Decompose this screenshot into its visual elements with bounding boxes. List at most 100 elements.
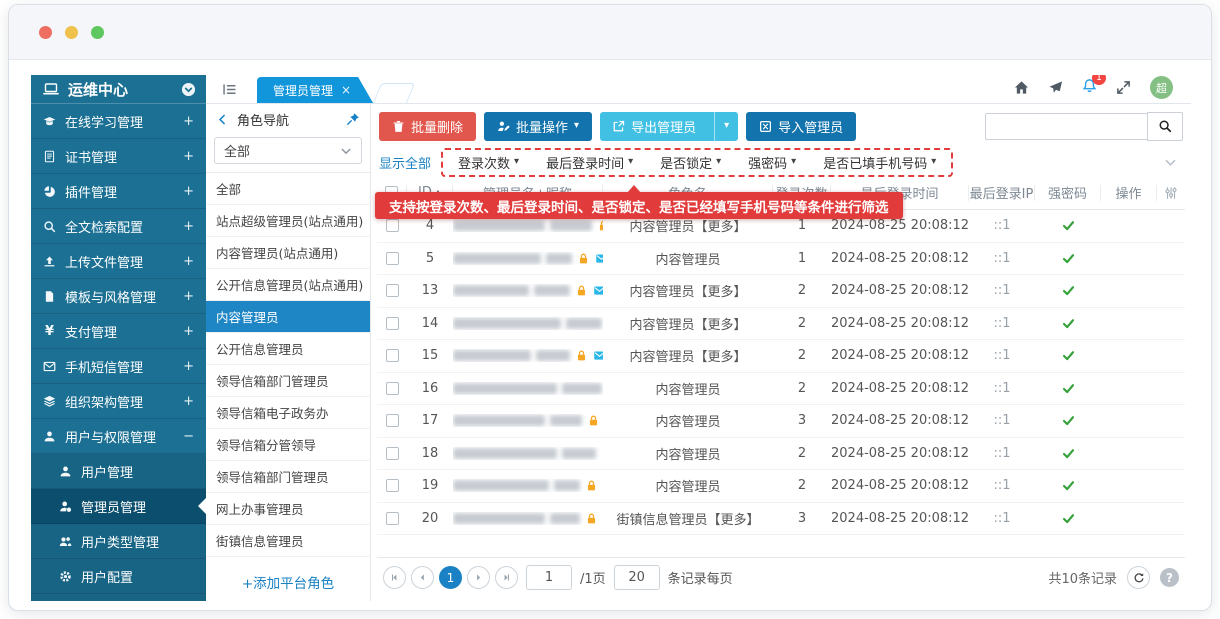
fullscreen-icon[interactable] bbox=[1116, 80, 1131, 95]
row-role[interactable]: 内容管理员 bbox=[603, 249, 773, 268]
collapse-filters-icon[interactable] bbox=[1164, 156, 1177, 169]
pin-icon[interactable] bbox=[346, 112, 360, 126]
paper-plane-icon[interactable] bbox=[1048, 80, 1063, 95]
close-window-button[interactable] bbox=[39, 26, 52, 39]
envelope-icon[interactable] bbox=[593, 284, 603, 297]
header-strong-password[interactable]: 强密码 bbox=[1035, 185, 1101, 201]
prev-page-button[interactable] bbox=[411, 566, 434, 589]
caret-down-icon: ▾ bbox=[931, 157, 936, 167]
chevron-circle-down-icon[interactable] bbox=[181, 82, 196, 97]
bulk-actions-button[interactable]: 批量操作 ▾ bbox=[484, 112, 592, 141]
envelope-icon[interactable] bbox=[595, 252, 603, 265]
show-all-link[interactable]: 显示全部 bbox=[379, 153, 431, 172]
page-number-input[interactable] bbox=[526, 565, 572, 590]
first-page-button[interactable] bbox=[383, 566, 406, 589]
row-checkbox[interactable] bbox=[386, 349, 399, 362]
sidebar-item[interactable]: 全文检索配置 + bbox=[31, 209, 206, 244]
tab-admin-management[interactable]: 管理员管理 × bbox=[257, 77, 373, 103]
row-checkbox[interactable] bbox=[386, 252, 399, 265]
home-icon[interactable] bbox=[1014, 80, 1029, 95]
notifications[interactable]: 1 bbox=[1082, 78, 1097, 97]
role-item[interactable]: 公开信息管理员(站点通用) bbox=[206, 269, 370, 301]
sidebar-item[interactable]: 用户与权限管理 − bbox=[31, 419, 206, 454]
sidebar-item[interactable]: 用户管理 bbox=[31, 454, 206, 489]
row-role[interactable]: 内容管理员【更多】 bbox=[603, 216, 773, 235]
role-item[interactable]: 站点超级管理员(站点通用) bbox=[206, 205, 370, 237]
row-id: 18 bbox=[407, 446, 453, 461]
role-item[interactable]: 领导信箱分管领导 bbox=[206, 429, 370, 461]
next-page-button[interactable] bbox=[467, 566, 490, 589]
row-role[interactable]: 内容管理员【更多】 bbox=[603, 314, 773, 333]
search-input[interactable] bbox=[985, 113, 1147, 140]
role-item[interactable]: 领导信箱部门管理员 bbox=[206, 461, 370, 493]
role-item[interactable]: 公开信息管理员 bbox=[206, 333, 370, 365]
export-dropdown-toggle[interactable]: ▾ bbox=[714, 112, 738, 141]
row-role[interactable]: 内容管理员【更多】 bbox=[603, 346, 773, 365]
avatar[interactable]: 超 bbox=[1150, 76, 1173, 99]
sidebar-item[interactable]: ¥ 支付管理 + bbox=[31, 314, 206, 349]
search-button[interactable] bbox=[1147, 112, 1183, 141]
filter-dropdown[interactable]: 登录次数 ▾ bbox=[458, 153, 519, 172]
role-item[interactable]: 内容管理员 bbox=[206, 301, 370, 333]
sidebar-item[interactable]: 插件管理 + bbox=[31, 174, 206, 209]
row-role[interactable]: 内容管理员【更多】 bbox=[603, 281, 773, 300]
minimize-window-button[interactable] bbox=[65, 26, 78, 39]
row-last-login-ip: ::1 bbox=[969, 511, 1035, 526]
filter-dropdown[interactable]: 是否锁定 ▾ bbox=[660, 153, 721, 172]
row-checkbox[interactable] bbox=[386, 382, 399, 395]
filter-dropdown[interactable]: 是否已填手机号码 ▾ bbox=[823, 153, 936, 172]
row-role[interactable]: 内容管理员 bbox=[603, 444, 773, 463]
collapse-sidebar-icon[interactable] bbox=[222, 82, 237, 97]
row-checkbox[interactable] bbox=[386, 512, 399, 525]
row-checkbox[interactable] bbox=[386, 414, 399, 427]
table-row: 13 内容管理员【更多】 2 2024-08-25 20:08:12 bbox=[377, 275, 1185, 308]
certificate-icon bbox=[43, 150, 56, 163]
role-item[interactable]: 全部 bbox=[206, 173, 370, 205]
sidebar-item[interactable]: 模板与风格管理 + bbox=[31, 279, 206, 314]
per-page-input[interactable] bbox=[614, 565, 660, 590]
envelope-icon[interactable] bbox=[593, 349, 603, 362]
column-settings-icon[interactable] bbox=[1164, 186, 1178, 200]
sidebar-item[interactable]: 手机短信管理 + bbox=[31, 349, 206, 384]
maximize-window-button[interactable] bbox=[91, 26, 104, 39]
sidebar-item[interactable]: 用户配置 bbox=[31, 559, 206, 594]
header-last-login-ip[interactable]: 最后登录IP bbox=[969, 185, 1035, 201]
chevron-left-icon[interactable] bbox=[216, 113, 229, 126]
row-admin-name bbox=[453, 284, 603, 297]
row-checkbox[interactable] bbox=[386, 284, 399, 297]
role-filter-select[interactable]: 全部 bbox=[214, 137, 362, 164]
last-page-button[interactable] bbox=[495, 566, 518, 589]
sidebar-item[interactable]: 在线学习管理 + bbox=[31, 104, 206, 139]
row-role[interactable]: 内容管理员 bbox=[603, 379, 773, 398]
add-platform-role-button[interactable]: +添加平台角色 bbox=[206, 563, 370, 601]
sidebar-item[interactable]: 用户类型管理 bbox=[31, 524, 206, 559]
row-role[interactable]: 街镇信息管理员【更多】 bbox=[603, 509, 773, 528]
sidebar-item[interactable]: 证书管理 + bbox=[31, 139, 206, 174]
sidebar-item[interactable]: 管理员管理 bbox=[31, 489, 206, 524]
role-list: 全部 站点超级管理员(站点通用) 内容管理员(站点通用) bbox=[206, 172, 370, 563]
role-item[interactable]: 网上办事管理员 bbox=[206, 493, 370, 525]
sidebar-item[interactable]: 上传文件管理 + bbox=[31, 244, 206, 279]
row-checkbox[interactable] bbox=[386, 317, 399, 330]
role-item[interactable]: 领导信箱电子政务办 bbox=[206, 397, 370, 429]
row-checkbox[interactable] bbox=[386, 219, 399, 232]
import-admins-button[interactable]: 导入管理员 bbox=[746, 112, 856, 141]
row-checkbox[interactable] bbox=[386, 479, 399, 492]
sidebar-item[interactable]: 管理员配置 bbox=[31, 594, 206, 601]
filter-dropdown[interactable]: 强密码 ▾ bbox=[748, 153, 796, 172]
role-item[interactable]: 内容管理员(站点通用) bbox=[206, 237, 370, 269]
export-admins-button[interactable]: 导出管理员 ▾ bbox=[600, 112, 738, 141]
row-role[interactable]: 内容管理员 bbox=[603, 411, 773, 430]
sidebar-item[interactable]: 组织架构管理 + bbox=[31, 384, 206, 419]
help-button[interactable]: ? bbox=[1160, 568, 1179, 587]
filter-dropdown[interactable]: 最后登录时间 ▾ bbox=[546, 153, 633, 172]
current-page-button[interactable]: 1 bbox=[439, 566, 462, 589]
bulk-delete-button[interactable]: 批量删除 bbox=[379, 112, 476, 141]
role-item[interactable]: 领导信箱部门管理员 bbox=[206, 365, 370, 397]
row-role[interactable]: 内容管理员 bbox=[603, 476, 773, 495]
role-item[interactable]: 街镇信息管理员 bbox=[206, 525, 370, 557]
refresh-button[interactable] bbox=[1127, 566, 1150, 589]
redacted-admin-name bbox=[453, 350, 531, 361]
close-icon[interactable]: × bbox=[341, 83, 351, 97]
row-checkbox[interactable] bbox=[386, 447, 399, 460]
